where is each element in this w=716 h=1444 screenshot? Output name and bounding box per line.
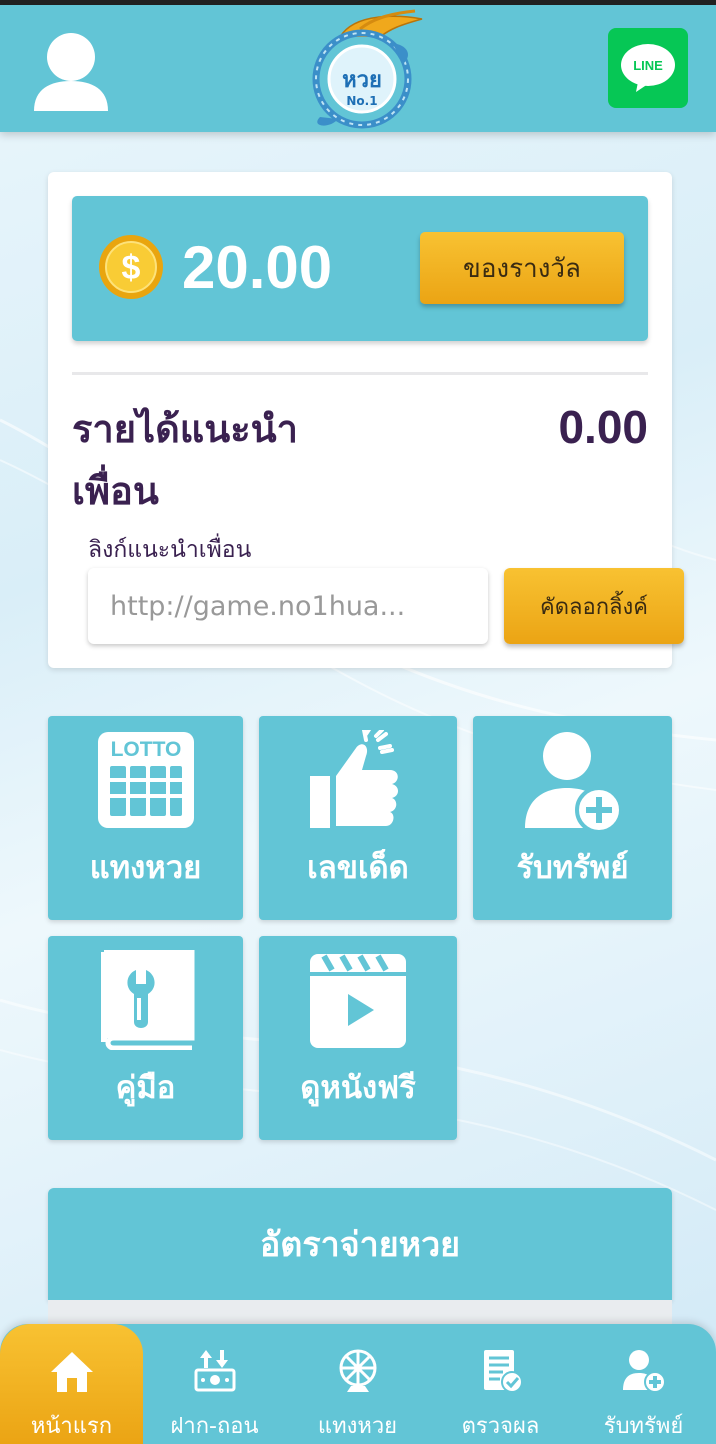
coin-icon: $ [99,235,163,299]
user-profile-icon[interactable] [30,27,112,113]
menu-tile-earn[interactable]: รับทรัพย์ [473,716,672,920]
deposit-withdraw-icon [194,1350,235,1392]
svg-text:LOTTO: LOTTO [110,738,181,761]
menu-tile-manual[interactable]: คู่มือ [48,936,243,1140]
nav-home[interactable]: หน้าแรก [0,1324,143,1444]
svg-text:หวย: หวย [342,68,382,93]
menu-tile-bet-lottery[interactable]: LOTTO แทงหวย [48,716,243,920]
referral-link-input[interactable] [88,568,488,644]
referral-amount: 0.00 [558,401,648,453]
tile-label: ดูหนังฟรี [300,1070,416,1106]
dragon-logo[interactable]: หวย No.1 [300,7,430,132]
lotto-ticket-icon: LOTTO [97,732,194,828]
nav-deposit-withdraw[interactable]: ฝาก-ถอน [143,1324,286,1444]
tile-label: เลขเด็ด [307,850,409,886]
check-result-icon [483,1350,523,1393]
nav-earn[interactable]: รับทรัพย์ [572,1324,715,1444]
copy-link-button[interactable]: คัดลอกลิ้งค์ [504,568,684,644]
manual-book-icon [100,950,194,1050]
svg-text:No.1: No.1 [346,94,377,108]
tile-label: รับทรัพย์ [516,850,629,886]
nav-label: ฝาก-ถอน [170,1414,259,1439]
tile-label: คู่มือ [115,1070,176,1106]
svg-text:LINE: LINE [633,58,663,73]
bottom-navigation: หน้าแรก ฝาก-ถอน แทงหวย ตรวจผล รับทรัพย์ [0,1324,716,1444]
wallet-card: $ 20.00 ของรางวัล รายได้แนะนำเพื่อน 0.00… [48,172,684,668]
line-icon: LINE [621,44,675,92]
nav-label: แทงหวย [317,1414,398,1439]
svg-text:$: $ [122,249,141,287]
nav-bet-lottery[interactable]: แทงหวย [286,1324,429,1444]
nav-label: หน้าแรก [30,1414,113,1439]
referral-title: รายได้แนะนำเพื่อน [72,407,298,513]
divider [72,372,648,375]
lottery-wheel-icon [339,1349,376,1392]
menu-tile-free-movies[interactable]: ดูหนังฟรี [259,936,457,1140]
video-play-icon [310,954,406,1048]
nav-label: รับทรัพย์ [603,1414,684,1439]
referral-link-label: ลิงก์แนะนำเพื่อน [88,537,252,563]
nav-label: ตรวจผล [461,1414,540,1439]
home-icon [50,1352,93,1392]
app-header: หวย No.1 LINE [0,5,716,132]
line-chat-button[interactable]: LINE [608,28,688,108]
tile-label: แทงหวย [89,850,202,886]
nav-check-results[interactable]: ตรวจผล [429,1324,572,1444]
balance-box: $ 20.00 ของรางวัล [72,196,648,341]
reward-button[interactable]: ของรางวัล [420,232,624,304]
balance-amount: 20.00 [182,234,333,301]
add-user-icon [524,732,623,830]
thumbs-up-icon [310,730,398,828]
menu-tile-hot-numbers[interactable]: เลขเด็ด [259,716,457,920]
payout-rates-header[interactable]: อัตราจ่ายหวย [48,1188,672,1300]
add-user-icon [622,1350,666,1393]
